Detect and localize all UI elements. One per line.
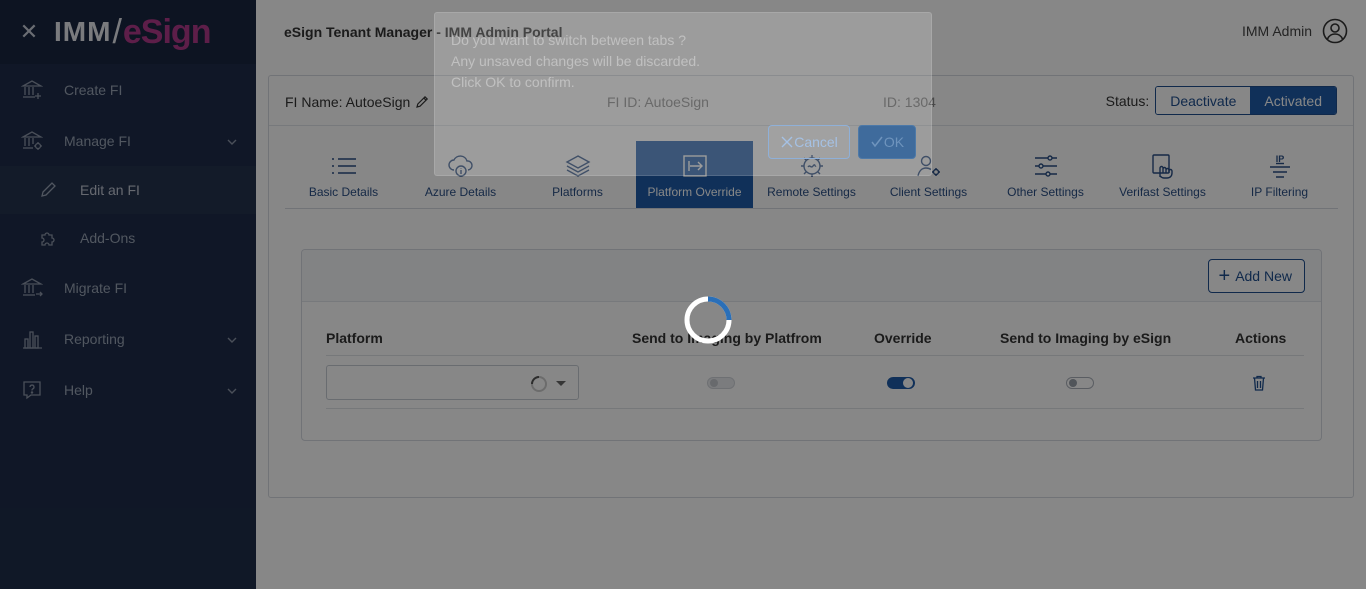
dialog-message-line3: Click OK to confirm. bbox=[451, 74, 575, 90]
cancel-button[interactable]: Cancel bbox=[768, 125, 850, 159]
close-icon bbox=[781, 136, 793, 148]
ok-label: OK bbox=[883, 134, 905, 150]
page-loading-spinner bbox=[682, 294, 734, 351]
dialog-message-line2: Any unsaved changes will be discarded. bbox=[451, 53, 701, 69]
dialog-message-line1: Do you want to switch between tabs ? bbox=[451, 32, 687, 48]
confirm-dialog: Do you want to switch between tabs ? Any… bbox=[434, 12, 932, 176]
ok-button[interactable]: OK bbox=[858, 125, 916, 159]
check-icon bbox=[871, 136, 883, 148]
cancel-label: Cancel bbox=[794, 134, 838, 150]
